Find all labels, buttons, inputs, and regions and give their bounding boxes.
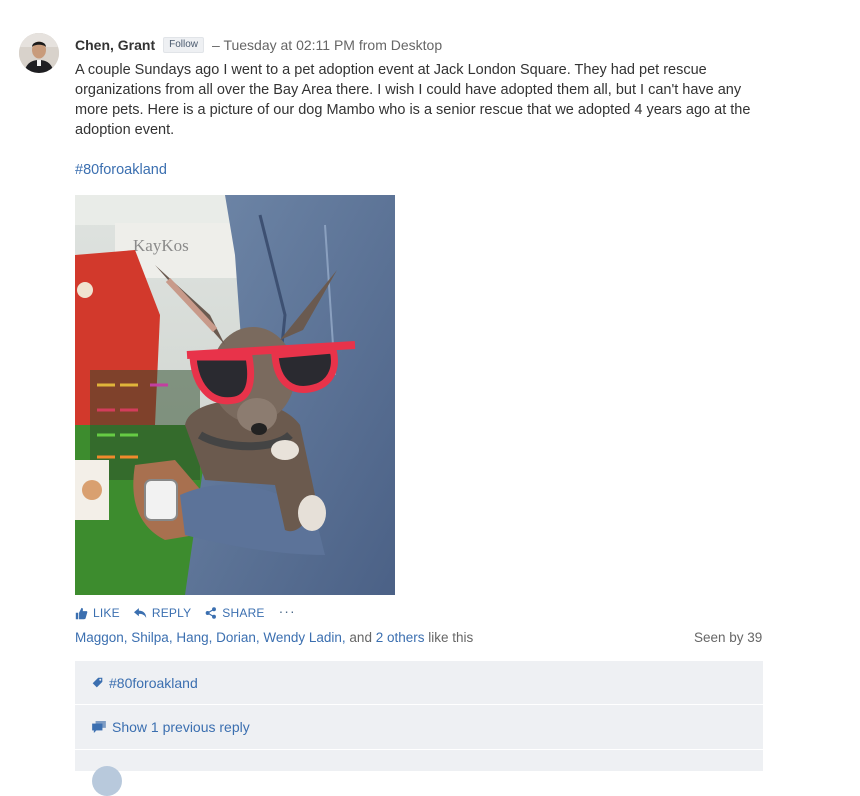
post-photo[interactable]: KayKos (75, 195, 395, 595)
reply-composer[interactable] (75, 750, 763, 796)
show-previous-reply-link[interactable]: Show 1 previous reply (112, 719, 250, 735)
share-button[interactable]: SHARE (205, 606, 264, 620)
topic-link[interactable]: #80foroakland (109, 675, 198, 691)
likers-names[interactable]: Maggon, Shilpa, Hang, Dorian, Wendy Ladi… (75, 630, 346, 645)
post-actions: LIKE REPLY SHARE ··· (75, 603, 296, 620)
more-options-button[interactable]: ··· (279, 603, 296, 619)
reply-label: REPLY (151, 606, 192, 620)
post-header: Chen, Grant Follow – Tuesday at 02:11 PM… (75, 37, 442, 53)
reply-button[interactable]: REPLY (133, 606, 192, 620)
share-label: SHARE (222, 606, 265, 620)
reply-arrow-icon (133, 608, 147, 618)
thumbs-up-icon (75, 607, 88, 619)
like-button[interactable]: LIKE (75, 606, 120, 620)
likes-suffix: like this (424, 630, 474, 645)
author-name[interactable]: Chen, Grant (75, 37, 155, 53)
booth-sign-text: KayKos (133, 236, 189, 255)
likes-and: and (345, 630, 376, 645)
share-icon (205, 607, 217, 619)
hashtag-link[interactable]: #80foroakland (75, 160, 167, 180)
tag-icon (92, 677, 103, 688)
author-avatar[interactable] (19, 33, 59, 73)
post-body: A couple Sundays ago I went to a pet ado… (75, 62, 751, 138)
seen-by-count[interactable]: Seen by 39 (694, 630, 762, 645)
like-label: LIKE (93, 606, 120, 620)
topic-panel: #80foroakland (75, 661, 763, 705)
post-meta: – Tuesday at 02:11 PM from Desktop (212, 37, 443, 53)
likes-summary: Maggon, Shilpa, Hang, Dorian, Wendy Ladi… (75, 630, 473, 645)
follow-button[interactable]: Follow (163, 37, 205, 53)
previous-replies-panel: Show 1 previous reply (75, 705, 763, 750)
conversation-icon (92, 721, 106, 733)
likers-others-link[interactable]: 2 others (376, 630, 425, 645)
